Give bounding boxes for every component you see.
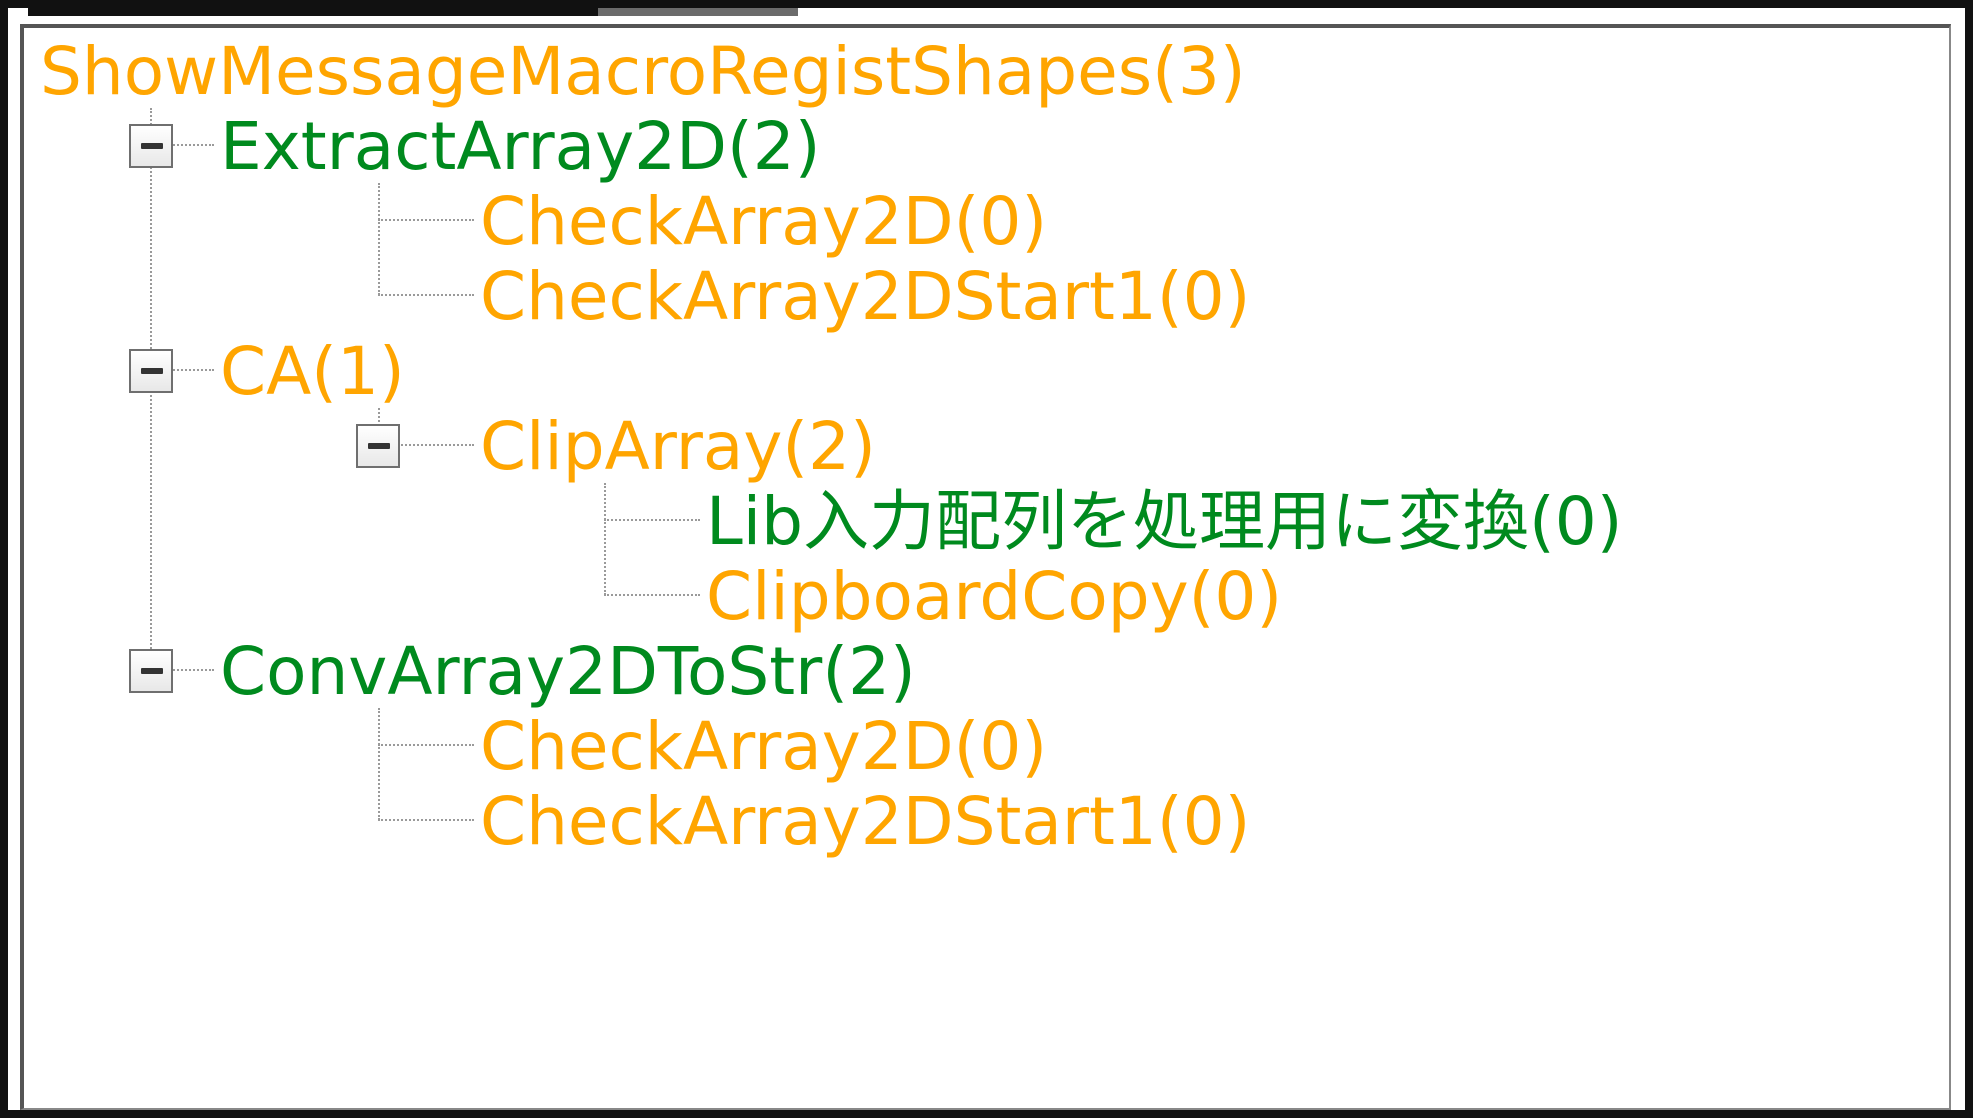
collapse-toggle-extractarray2d[interactable] <box>129 124 173 168</box>
minus-box-icon <box>368 443 390 449</box>
tree-connector <box>378 183 380 295</box>
window-top-strip-highlight <box>598 8 798 16</box>
tree-node-lib-convert[interactable]: Lib入力配列を処理用に変換(0) <box>706 482 1623 562</box>
minus-box-icon <box>141 368 163 374</box>
tree-node-extractarray2d[interactable]: ExtractArray2D(2) <box>220 107 820 187</box>
tree-root-node[interactable]: ShowMessageMacroRegistShapes(3) <box>40 32 1246 112</box>
tree-node-ca[interactable]: CA(1) <box>220 332 405 412</box>
tree-connector <box>604 594 700 596</box>
tree-node-clipboardcopy[interactable]: ClipboardCopy(0) <box>706 557 1282 637</box>
collapse-toggle-ca[interactable] <box>129 349 173 393</box>
tree-node-convarray2dtostr[interactable]: ConvArray2DToStr(2) <box>220 632 916 712</box>
tree-connector <box>604 519 700 521</box>
tree-connector <box>378 819 474 821</box>
tree-connector <box>604 483 606 595</box>
collapse-toggle-convarray2dtostr[interactable] <box>129 649 173 693</box>
tree-node-checkarray2d[interactable]: CheckArray2D(0) <box>480 707 1047 787</box>
tree-connector <box>378 708 380 820</box>
tree-node-cliparray[interactable]: ClipArray(2) <box>480 407 876 487</box>
tree-view-panel[interactable]: ShowMessageMacroRegistShapes(3) ExtractA… <box>20 24 1951 1110</box>
tree-connector <box>378 294 474 296</box>
collapse-toggle-cliparray[interactable] <box>356 424 400 468</box>
tree-connector <box>378 744 474 746</box>
tree-view-window: ShowMessageMacroRegistShapes(3) ExtractA… <box>0 0 1973 1118</box>
tree-connector <box>378 219 474 221</box>
tree-node-checkarray2d[interactable]: CheckArray2D(0) <box>480 182 1047 262</box>
tree-node-checkarray2dstart1[interactable]: CheckArray2DStart1(0) <box>480 257 1250 337</box>
minus-box-icon <box>141 668 163 674</box>
minus-box-icon <box>141 143 163 149</box>
tree-node-checkarray2dstart1[interactable]: CheckArray2DStart1(0) <box>480 782 1250 862</box>
